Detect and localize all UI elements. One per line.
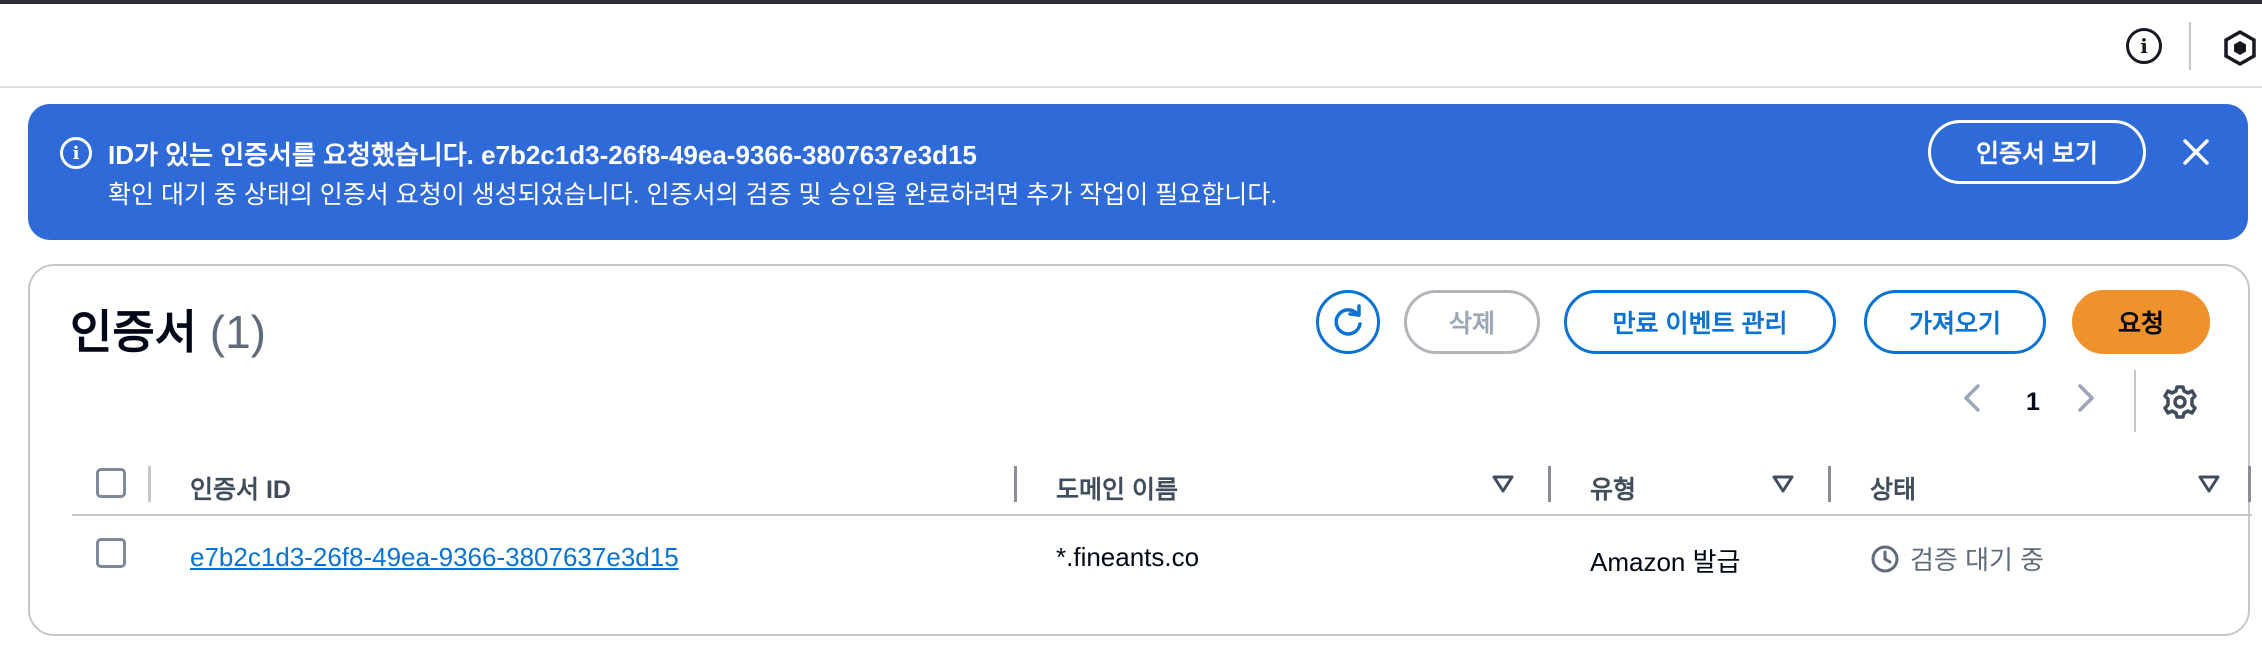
- page-title: 인증서 (1): [70, 296, 266, 362]
- sort-icon[interactable]: [1772, 474, 1794, 494]
- column-resizer[interactable]: [1548, 466, 1551, 502]
- column-resizer[interactable]: [1828, 466, 1831, 502]
- refresh-button[interactable]: [1316, 290, 1380, 354]
- certificate-id-link[interactable]: e7b2c1d3-26f8-49ea-9366-3807637e3d15: [190, 542, 679, 573]
- top-navigation-bar: i: [0, 4, 2262, 88]
- refresh-icon: [1334, 304, 1362, 336]
- chevron-right-icon[interactable]: [2066, 380, 2102, 416]
- column-header-domain-name[interactable]: 도메인 이름: [1056, 470, 1178, 506]
- gear-icon[interactable]: [2160, 382, 2200, 422]
- pagination-divider: [2134, 370, 2136, 432]
- column-header-certificate-id[interactable]: 인증서 ID: [190, 470, 291, 506]
- column-resizer[interactable]: [1014, 466, 1017, 502]
- import-button[interactable]: 가져오기: [1864, 290, 2046, 354]
- delete-button[interactable]: 삭제: [1404, 290, 1540, 354]
- column-header-type[interactable]: 유형: [1590, 470, 1636, 506]
- flash-title: ID가 있는 인증서를 요청했습니다. e7b2c1d3-26f8-49ea-9…: [108, 140, 977, 170]
- column-divider: [148, 466, 151, 502]
- clock-icon: [1871, 545, 1899, 572]
- certificate-count: (1): [209, 306, 266, 358]
- select-all-checkbox[interactable]: [96, 468, 126, 498]
- column-resizer[interactable]: [2248, 466, 2251, 502]
- certificates-table-panel: 인증서 (1) 삭제 만료 이벤트 관리 가져오기 요청 1 인증서 ID 도메…: [28, 264, 2252, 636]
- status-cell: 검증 대기 중: [1870, 540, 2044, 577]
- info-icon[interactable]: i: [2126, 28, 2162, 64]
- sort-icon[interactable]: [1492, 474, 1514, 494]
- column-header-status[interactable]: 상태: [1870, 470, 1916, 506]
- table-row: e7b2c1d3-26f8-49ea-9366-3807637e3d15 *.f…: [72, 516, 2252, 598]
- info-icon: i: [60, 137, 92, 169]
- type-cell: Amazon 발급: [1590, 547, 1741, 577]
- view-certificate-button[interactable]: 인증서 보기: [1928, 120, 2146, 184]
- close-icon[interactable]: [2176, 132, 2216, 172]
- cloudshell-icon[interactable]: [2220, 28, 2260, 68]
- status-text: 검증 대기 중: [1910, 545, 2045, 575]
- success-flash-banner: i ID가 있는 인증서를 요청했습니다. e7b2c1d3-26f8-49ea…: [28, 104, 2248, 240]
- request-button[interactable]: 요청: [2072, 290, 2210, 354]
- table-header: 인증서 ID 도메인 이름 유형 상태: [72, 452, 2252, 516]
- current-page-number[interactable]: 1: [2026, 388, 2040, 417]
- flash-description: 확인 대기 중 상태의 인증서 요청이 생성되었습니다. 인증서의 검증 및 승…: [108, 181, 1278, 209]
- row-checkbox[interactable]: [96, 538, 126, 568]
- panel-title: 인증서: [70, 306, 197, 358]
- manage-expiry-events-button[interactable]: 만료 이벤트 관리: [1564, 290, 1836, 354]
- chevron-left-icon[interactable]: [1956, 380, 1992, 416]
- sort-icon[interactable]: [2198, 474, 2220, 494]
- domain-name-cell: *.fineants.co: [1056, 542, 1200, 572]
- topbar-divider: [2189, 22, 2191, 70]
